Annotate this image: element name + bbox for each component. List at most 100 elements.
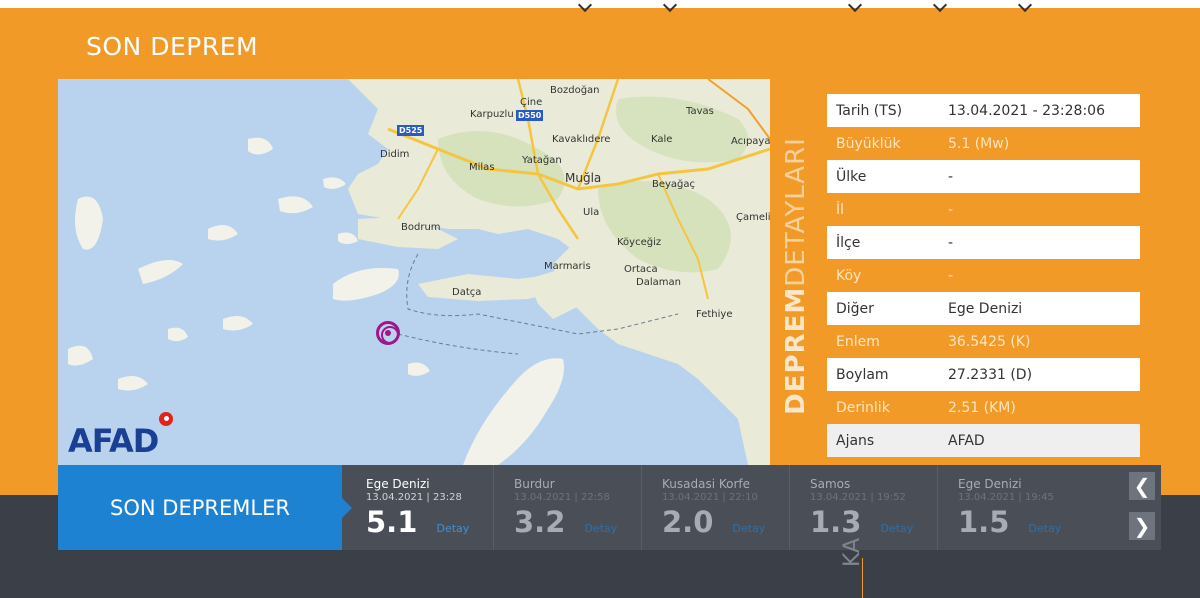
map-label: Karpuzlu — [470, 109, 514, 120]
detail-row-province: İl - — [827, 193, 1140, 226]
map-label: Ula — [583, 207, 600, 218]
section-title: SON DEPREM — [86, 32, 259, 61]
quake-detail-link[interactable]: Detay — [880, 522, 913, 535]
recent-quake-item[interactable]: Burdur 13.04.2021 | 22:58 3.2 Detay — [494, 465, 642, 550]
map-label: Muğla — [565, 171, 602, 185]
quake-time: 13.04.2021 | 23:28 — [366, 492, 462, 503]
quake-location: Ege Denizi — [958, 477, 1022, 491]
detail-key: Ülke — [836, 168, 867, 185]
detail-row-date: Tarih (TS) 13.04.2021 - 23:28:06 — [827, 94, 1140, 127]
map-label: Kale — [651, 134, 673, 145]
quake-magnitude: 5.1 — [366, 505, 418, 539]
earthquake-details-table: Tarih (TS) 13.04.2021 - 23:28:06 Büyüklü… — [827, 94, 1140, 457]
chevron-down-icon[interactable] — [932, 0, 948, 13]
recent-earthquakes-bar: SON DEPREMLER Ege Denizi 13.04.2021 | 23… — [58, 465, 1161, 550]
detail-value: - — [948, 234, 954, 251]
prev-button[interactable]: ❮ — [1129, 472, 1155, 500]
detail-key: Derinlik — [836, 399, 890, 416]
map-label: Didim — [380, 149, 410, 160]
next-button[interactable]: ❯ — [1129, 512, 1155, 540]
detail-key: İl — [836, 201, 845, 218]
earthquake-map[interactable]: Bozdoğan Çine Karpuzlu Tavas Didim Kavak… — [58, 79, 770, 465]
chevron-down-icon[interactable] — [662, 0, 678, 13]
detail-row-village: Köy - — [827, 259, 1140, 292]
map-label: Dalaman — [636, 277, 681, 288]
detail-value: 13.04.2021 - 23:28:06 — [948, 102, 1105, 119]
chevron-down-icon[interactable] — [847, 0, 863, 13]
detail-row-agency: Ajans AFAD — [827, 424, 1140, 457]
quake-magnitude: 1.5 — [958, 505, 1010, 539]
map-label: Tavas — [686, 106, 714, 117]
map-label: Milas — [469, 162, 495, 173]
detail-row-magnitude: Büyüklük 5.1 (Mw) — [827, 127, 1140, 160]
quake-magnitude: 2.0 — [662, 505, 714, 539]
detail-key: Büyüklük — [836, 135, 901, 152]
detail-key: İlçe — [836, 234, 861, 251]
detail-key: Tarih (TS) — [836, 102, 903, 119]
quake-location: Samos — [810, 477, 851, 491]
detail-row-district: İlçe - — [827, 226, 1140, 259]
detail-row-longitude: Boylam 27.2331 (D) — [827, 358, 1140, 391]
map-label: Bozdoğan — [550, 85, 600, 96]
map-label: Köyceğiz — [617, 237, 662, 248]
detail-key: Diğer — [836, 300, 874, 317]
details-label-light: DETAYLARI — [781, 136, 811, 287]
map-label: Yatağan — [522, 155, 562, 166]
map-label: Kavaklıdere — [552, 134, 611, 145]
afad-logo: AFAD — [68, 422, 159, 460]
details-label-bold: DEPREM — [781, 286, 811, 415]
map-label: Marmaris — [544, 261, 591, 272]
quake-time: 13.04.2021 | 22:58 — [514, 492, 610, 503]
detail-row-depth: Derinlik 2.51 (KM) — [827, 391, 1140, 424]
map-label: Acıpayam — [731, 136, 770, 147]
quake-detail-link[interactable]: Detay — [584, 522, 617, 535]
earthquake-details-label: DEPREMDETAYLARI — [775, 88, 817, 463]
detail-row-country: Ülke - — [827, 160, 1140, 193]
road-badge: D550 — [516, 110, 544, 121]
detail-key: Ajans — [836, 432, 875, 449]
quake-time: 13.04.2021 | 22:10 — [662, 492, 758, 503]
detail-value: 5.1 (Mw) — [948, 135, 1010, 152]
detail-row-latitude: Enlem 36.5425 (K) — [827, 325, 1140, 358]
recent-quake-item[interactable]: Ege Denizi 13.04.2021 | 19:45 1.5 Detay — [938, 465, 1086, 550]
map-label: Bodrum — [401, 222, 441, 233]
recent-earthquakes-title[interactable]: SON DEPREMLER — [58, 465, 352, 550]
detail-key: Köy — [836, 267, 862, 284]
recent-quake-item[interactable]: Ege Denizi 13.04.2021 | 23:28 5.1 Detay — [346, 465, 494, 550]
detail-value: AFAD — [948, 432, 985, 449]
detail-value: - — [948, 267, 954, 284]
quake-location: Kusadasi Korfe — [662, 477, 751, 491]
detail-key: Enlem — [836, 333, 880, 350]
detail-value: - — [948, 168, 954, 185]
quake-detail-link[interactable]: Detay — [436, 522, 469, 535]
detail-value: 27.2331 (D) — [948, 366, 1033, 383]
chevron-down-icon[interactable] — [577, 0, 593, 13]
map-label: Beyağaç — [652, 179, 696, 190]
quake-magnitude: 3.2 — [514, 505, 566, 539]
quake-detail-link[interactable]: Detay — [732, 522, 765, 535]
detail-key: Boylam — [836, 366, 889, 383]
chevron-right-icon: ❯ — [1133, 514, 1151, 538]
detail-value: Ege Denizi — [948, 300, 1023, 317]
earthquake-epicenter-marker[interactable] — [376, 321, 400, 345]
quake-time: 13.04.2021 | 19:45 — [958, 492, 1054, 503]
detail-value: 2.51 (KM) — [948, 399, 1016, 416]
quake-detail-link[interactable]: Detay — [1028, 522, 1061, 535]
map-label: Çameli — [736, 212, 770, 223]
road-badge: D525 — [397, 125, 425, 136]
quake-magnitude: 1.3 — [810, 505, 862, 539]
quake-time: 13.04.2021 | 19:52 — [810, 492, 906, 503]
map-label: Çine — [520, 97, 543, 108]
recent-quake-item[interactable]: Kusadasi Korfe 13.04.2021 | 22:10 2.0 De… — [642, 465, 790, 550]
quake-location: Burdur — [514, 477, 555, 491]
top-nav-strip — [0, 0, 1200, 13]
detail-value: 36.5425 (K) — [948, 333, 1031, 350]
map-label: Ortaca — [624, 264, 658, 275]
map-label: Fethiye — [696, 309, 733, 320]
afad-logo-crescent-icon — [159, 412, 173, 426]
map-label: Datça — [452, 287, 482, 298]
detail-row-other: Diğer Ege Denizi — [827, 292, 1140, 325]
chevron-left-icon: ❮ — [1133, 474, 1151, 498]
detail-value: - — [948, 201, 954, 218]
chevron-down-icon[interactable] — [1017, 0, 1033, 13]
